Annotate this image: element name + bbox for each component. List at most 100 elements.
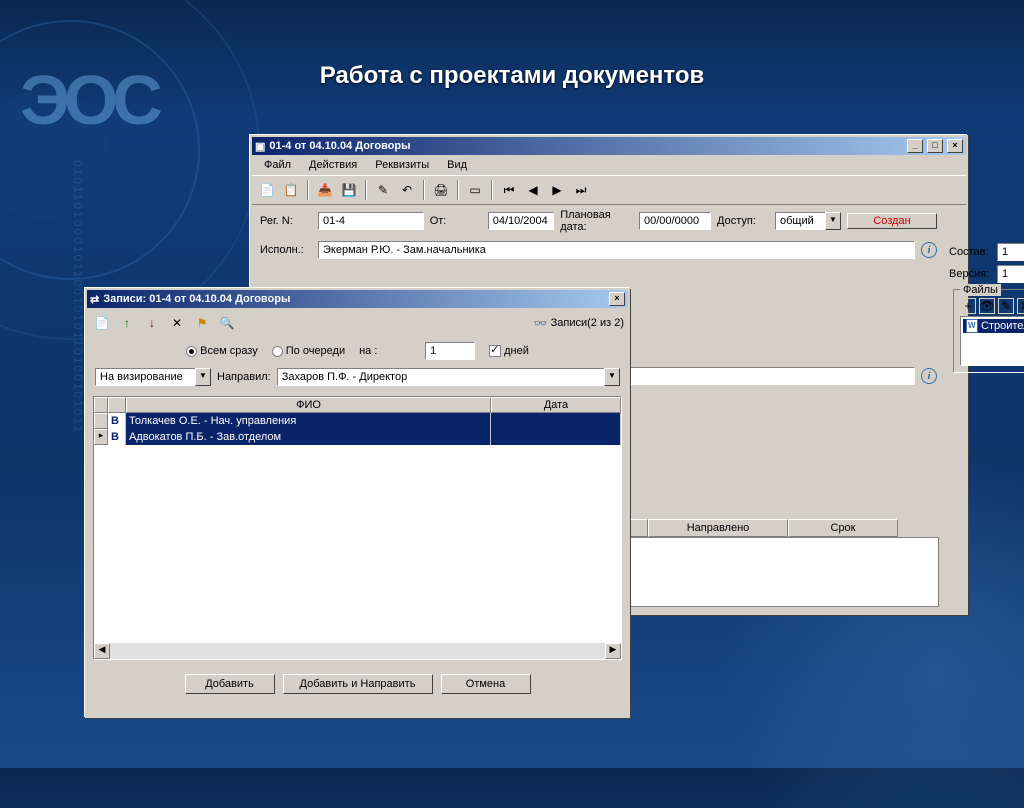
- file-delete-icon[interactable]: ✕: [1017, 298, 1024, 314]
- row-date: [491, 413, 621, 429]
- col-sent[interactable]: Направлено: [648, 519, 788, 537]
- file-add-icon[interactable]: +: [960, 298, 976, 314]
- print-icon[interactable]: 🖨: [430, 179, 452, 201]
- prev-icon[interactable]: ◀: [522, 179, 544, 201]
- ispoln-label: Исполн.:: [260, 244, 312, 256]
- up-arrow-icon[interactable]: ↑: [116, 312, 138, 334]
- col-deadline[interactable]: Срок: [788, 519, 898, 537]
- add-send-button[interactable]: Добавить и Направить: [283, 674, 433, 694]
- plan-date-label: Плановая дата:: [560, 209, 633, 233]
- file-item[interactable]: Строитель.doc: [963, 319, 1024, 333]
- table-row[interactable]: ▸ В Адвокатов П.Б. - Зав.отделом: [94, 429, 621, 445]
- main-window-title: 01-4 от 04.10.04 Договоры: [269, 140, 410, 152]
- records-tbody[interactable]: В Толкачев О.Е. - Нач. управления ▸ В Ад…: [94, 413, 621, 643]
- col-fio[interactable]: ФИО: [126, 397, 491, 413]
- next-icon[interactable]: ▶: [546, 179, 568, 201]
- page-title: Работа с проектами документов: [0, 62, 1024, 90]
- h-scrollbar[interactable]: ◀ ▶: [94, 643, 621, 659]
- edit-icon[interactable]: ✎: [372, 179, 394, 201]
- radio-queue[interactable]: По очереди: [272, 345, 345, 357]
- main-titlebar[interactable]: ▣ 01-4 от 04.10.04 Договоры _ □ ×: [252, 137, 966, 155]
- row-fio: Толкачев О.Е. - Нач. управления: [126, 413, 491, 429]
- save-icon[interactable]: 💾: [338, 179, 360, 201]
- scroll-right-icon[interactable]: ▶: [605, 643, 621, 659]
- close-button[interactable]: ×: [947, 139, 963, 153]
- chevron-down-icon[interactable]: ▼: [825, 212, 841, 230]
- col-date[interactable]: Дата: [491, 397, 621, 413]
- files-fieldset: Файлы + 👁 ✎ ✕ 🔒 Строитель.doc: [953, 289, 1024, 373]
- popup-toolbar: 📄 ↑ ↓ ✕ ⚑ 🔍 👓 Записи(2 из 2): [87, 308, 628, 338]
- files-legend: Файлы: [960, 284, 1001, 296]
- table-row[interactable]: В Толкачев О.Е. - Нач. управления: [94, 413, 621, 429]
- napravil-combo[interactable]: Захаров П.Ф. - Директор ▼: [277, 368, 620, 386]
- file-view-icon[interactable]: 👁: [979, 298, 995, 314]
- last-icon[interactable]: ⏭: [570, 179, 592, 201]
- menu-actions[interactable]: Действия: [301, 157, 365, 173]
- add-button[interactable]: Добавить: [185, 674, 275, 694]
- file-edit-icon[interactable]: ✎: [998, 298, 1014, 314]
- radio-icon: [272, 346, 283, 357]
- main-toolbar: 📄 📋 📥 💾 ✎ ↶ 🖨 ▭ ⏮ ◀ ▶ ⏭: [252, 175, 966, 205]
- popup-titlebar[interactable]: ⇄ Записи: 01-4 от 04.10.04 Договоры ×: [87, 290, 628, 308]
- menu-view[interactable]: Вид: [439, 157, 475, 173]
- popup-icon: ⇄: [90, 293, 99, 306]
- window-icon[interactable]: ▭: [464, 179, 486, 201]
- menu-requisites[interactable]: Реквизиты: [367, 157, 437, 173]
- row-marker: [94, 413, 108, 429]
- na-field[interactable]: 1: [425, 342, 475, 360]
- new-record-icon[interactable]: 📄: [91, 312, 113, 334]
- reg-n-field[interactable]: 01-4: [318, 212, 424, 230]
- access-combo[interactable]: общий ▼: [775, 212, 841, 230]
- word-doc-icon: [966, 319, 978, 333]
- chevron-down-icon[interactable]: ▼: [195, 368, 211, 386]
- ot-field[interactable]: 04/10/2004: [488, 212, 555, 230]
- row-date: [491, 429, 621, 445]
- status-button[interactable]: Создан: [847, 213, 937, 229]
- ispoln-field[interactable]: Экерман Р.Ю. - Зам.начальника: [318, 241, 915, 259]
- ot-label: От:: [430, 215, 482, 227]
- menu-file[interactable]: Файл: [256, 157, 299, 173]
- radio-all[interactable]: Всем сразу: [186, 345, 258, 357]
- napravil-label: Направил:: [217, 371, 271, 383]
- undo-icon[interactable]: ↶: [396, 179, 418, 201]
- flag-icon[interactable]: ⚑: [191, 312, 213, 334]
- app-icon: ▣: [255, 140, 265, 153]
- delete-icon[interactable]: ✕: [166, 312, 188, 334]
- paste-icon[interactable]: 📥: [314, 179, 336, 201]
- access-label: Доступ:: [717, 215, 769, 227]
- files-list[interactable]: Строитель.doc: [960, 316, 1024, 366]
- menubar: Файл Действия Реквизиты Вид: [252, 155, 966, 175]
- records-table: ФИО Дата В Толкачев О.Е. - Нач. управлен…: [93, 396, 622, 660]
- radio-icon: [186, 346, 197, 357]
- popup-close-button[interactable]: ×: [609, 292, 625, 306]
- direction-combo[interactable]: На визирование ▼: [95, 368, 211, 386]
- version-label: Версия:: [949, 268, 991, 280]
- copy-icon[interactable]: 📋: [280, 179, 302, 201]
- info-icon[interactable]: i: [921, 368, 937, 384]
- row-marker-current: ▸: [94, 429, 108, 445]
- chevron-down-icon[interactable]: ▼: [604, 368, 620, 386]
- info-icon[interactable]: i: [921, 242, 937, 258]
- maximize-button[interactable]: □: [927, 139, 943, 153]
- scroll-left-icon[interactable]: ◀: [94, 643, 110, 659]
- days-check[interactable]: дней: [489, 345, 529, 357]
- find-icon[interactable]: 🔍: [216, 312, 238, 334]
- down-arrow-icon[interactable]: ↓: [141, 312, 163, 334]
- new-icon[interactable]: 📄: [256, 179, 278, 201]
- minimize-button[interactable]: _: [907, 139, 923, 153]
- row-type: В: [108, 413, 126, 429]
- checkbox-icon: [489, 345, 501, 357]
- version-combo[interactable]: 1 ▼: [997, 265, 1024, 283]
- records-count: Записи(2 из 2): [551, 317, 624, 329]
- file-name: Строитель.doc: [981, 320, 1024, 332]
- sostav-field[interactable]: 1: [997, 243, 1024, 261]
- cancel-button[interactable]: Отмена: [441, 674, 531, 694]
- popup-window: ⇄ Записи: 01-4 от 04.10.04 Договоры × 📄 …: [85, 288, 630, 718]
- na-label: на :: [359, 345, 411, 357]
- reg-n-label: Рег. N:: [260, 215, 312, 227]
- row-type: В: [108, 429, 126, 445]
- row-fio: Адвокатов П.Б. - Зав.отделом: [126, 429, 491, 445]
- popup-title: Записи: 01-4 от 04.10.04 Договоры: [103, 293, 290, 305]
- plan-date-field[interactable]: 00/00/0000: [639, 212, 711, 230]
- first-icon[interactable]: ⏮: [498, 179, 520, 201]
